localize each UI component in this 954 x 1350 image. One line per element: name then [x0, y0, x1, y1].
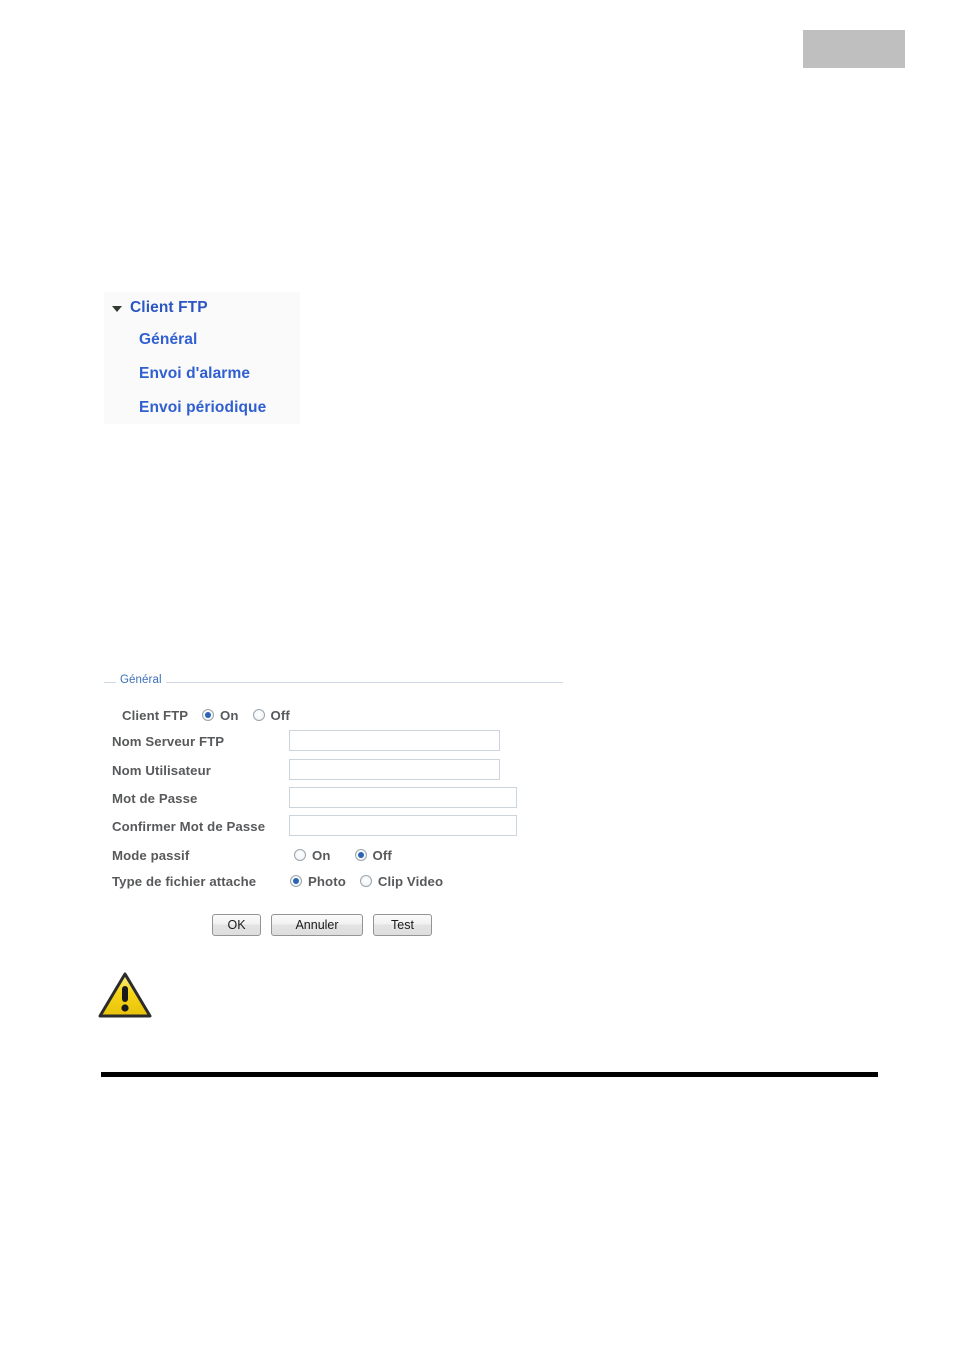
radio-dot-icon[interactable]: [290, 875, 302, 887]
form-button-bar: OK Annuler Test: [212, 914, 432, 936]
radio-label-client-ftp-off: Off: [270, 707, 290, 723]
row-user-name: Nom Utilisateur: [104, 758, 563, 782]
label-passive-mode: Mode passif: [112, 847, 190, 863]
label-user-name: Nom Utilisateur: [112, 762, 211, 778]
radio-label-file-type-clip-video: Clip Video: [377, 873, 444, 889]
radio-passive-on[interactable]: On: [294, 848, 331, 863]
radio-group-file-type: Photo Clip Video: [290, 869, 443, 893]
label-password: Mot de Passe: [112, 790, 198, 806]
radio-label-passive-on: On: [312, 847, 331, 863]
ok-button[interactable]: OK: [212, 914, 261, 936]
radio-label-file-type-photo: Photo: [308, 873, 346, 889]
label-server-name: Nom Serveur FTP: [112, 733, 225, 749]
fieldset-legend: Général: [116, 674, 166, 686]
sidebar-item-client-ftp[interactable]: Client FTP: [112, 297, 208, 319]
cancel-button[interactable]: Annuler: [271, 914, 363, 936]
radio-dot-icon[interactable]: [354, 849, 367, 861]
sidebar-item-label-client-ftp: Client FTP: [130, 299, 208, 316]
user-name-input[interactable]: [289, 759, 500, 780]
sidebar-item-envoi-alarme[interactable]: Envoi d'alarme: [139, 365, 250, 383]
radio-group-client-ftp: On Off: [202, 703, 290, 727]
label-client-ftp: Client FTP: [122, 707, 189, 723]
radio-dot-icon[interactable]: [252, 709, 265, 721]
radio-client-ftp-on[interactable]: On: [202, 708, 239, 723]
password-input[interactable]: [289, 787, 517, 808]
radio-label-client-ftp-on: On: [220, 707, 239, 723]
radio-label-passive-off: Off: [372, 847, 392, 863]
chevron-down-icon[interactable]: [112, 306, 122, 312]
label-file-type: Type de fichier attache: [112, 873, 257, 889]
fieldset-general: Général Client FTP On Off Nom Serveur FT…: [104, 674, 563, 902]
radio-dot-icon[interactable]: [294, 849, 306, 861]
ftp-general-form: Général Client FTP On Off Nom Serveur FT…: [104, 674, 564, 947]
radio-client-ftp-off[interactable]: Off: [252, 707, 290, 723]
sidebar-item-envoi-periodique[interactable]: Envoi périodique: [139, 399, 266, 417]
row-server-name: Nom Serveur FTP: [104, 729, 563, 753]
row-password: Mot de Passe: [104, 786, 563, 810]
header-tab-block: [803, 30, 905, 68]
row-confirm-password: Confirmer Mot de Passe: [104, 814, 563, 838]
row-client-ftp: Client FTP On Off: [104, 703, 563, 727]
radio-dot-icon[interactable]: [202, 709, 214, 721]
page-divider-rule: [101, 1072, 878, 1077]
radio-file-type-clip-video[interactable]: Clip Video: [359, 873, 444, 889]
warning-triangle-icon: [97, 970, 153, 1020]
label-confirm-password: Confirmer Mot de Passe: [112, 818, 266, 834]
row-file-type: Type de fichier attache Photo Clip Video: [104, 869, 563, 893]
test-button[interactable]: Test: [373, 914, 432, 936]
radio-file-type-photo[interactable]: Photo: [290, 874, 346, 889]
radio-passive-off[interactable]: Off: [354, 847, 392, 863]
ftp-nav-panel: Client FTP Général Envoi d'alarme Envoi …: [104, 292, 300, 424]
confirm-password-input[interactable]: [289, 815, 517, 836]
radio-group-passive-mode: On Off: [294, 843, 392, 867]
radio-dot-icon[interactable]: [359, 875, 372, 887]
server-name-input[interactable]: [289, 730, 500, 751]
row-passive-mode: Mode passif On Off: [104, 843, 563, 867]
sidebar-item-general[interactable]: Général: [139, 331, 197, 349]
